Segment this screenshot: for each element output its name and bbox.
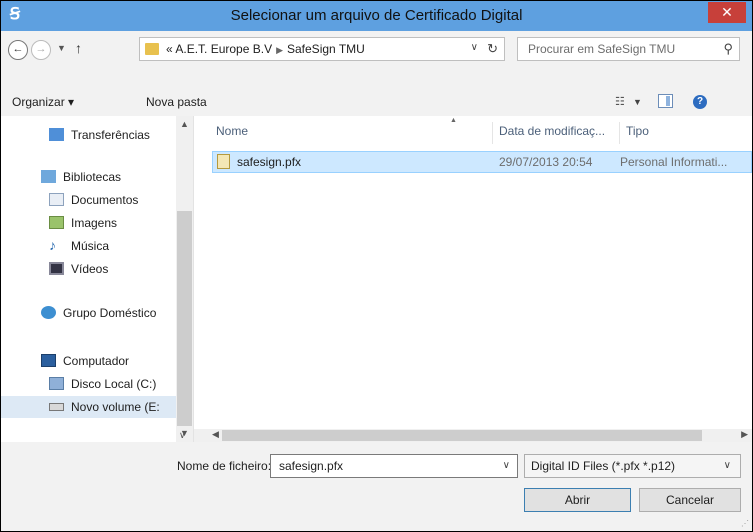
file-type-filter-value: Digital ID Files (*.pfx *.p12)	[531, 459, 676, 473]
cancel-button[interactable]: Cancelar	[639, 488, 741, 512]
file-row[interactable]: safesign.pfx 29/07/2013 20:54 Personal I…	[212, 151, 752, 173]
close-button[interactable]: ✕	[708, 2, 746, 23]
address-bar[interactable]: « A.E.T. Europe B.V ▶ SafeSign TMU ∨ ↻	[139, 37, 505, 61]
dialog-footer: Nome de ficheiro: safesign.pfx ∨ Digital…	[1, 442, 752, 531]
pictures-icon	[49, 216, 64, 229]
file-type-filter-select[interactable]: Digital ID Files (*.pfx *.p12) ∨	[524, 454, 741, 478]
local-disk-icon	[49, 377, 64, 390]
refresh-icon[interactable]: ↻	[487, 41, 498, 57]
filename-label: Nome de ficheiro:	[177, 459, 272, 473]
column-header-date[interactable]: Data de modificaç...	[499, 124, 605, 138]
search-box[interactable]: Procurar em SafeSign TMU ⚲	[517, 37, 740, 61]
column-header-type[interactable]: Tipo	[626, 124, 649, 138]
scroll-left-icon[interactable]: ◀	[212, 429, 219, 440]
file-list[interactable]: ▲ Nome Data de modificaç... Tipo safesig…	[194, 116, 752, 442]
title-bar[interactable]: Ꞩ Selecionar um arquivo de Certificado D…	[1, 1, 752, 31]
breadcrumb-overflow[interactable]: «	[166, 42, 173, 56]
libraries-icon	[41, 170, 56, 183]
file-name: safesign.pfx	[237, 155, 302, 169]
resize-grip-icon[interactable]: ⋰	[741, 519, 749, 528]
help-icon[interactable]: ?	[693, 95, 707, 109]
file-date: 29/07/2013 20:54	[499, 155, 593, 169]
view-options-chevron-icon[interactable]: ▼	[633, 97, 642, 107]
downloads-folder-icon	[49, 128, 64, 141]
view-options-icon[interactable]: ☷	[615, 95, 625, 108]
scroll-right-icon[interactable]: ▶	[741, 429, 748, 440]
file-open-dialog: Ꞩ Selecionar um arquivo de Certificado D…	[0, 0, 753, 532]
main-pane: Transferências Bibliotecas Documentos Im…	[1, 116, 752, 442]
sidebar-collapse-chevron-icon[interactable]: ∨	[179, 430, 186, 441]
command-bar: Organizar ▾ Nova pasta ☷ ▼ ?	[1, 87, 752, 117]
horizontal-scrollbar[interactable]: ◀ ▶	[194, 429, 752, 442]
column-divider[interactable]	[492, 122, 493, 144]
breadcrumb-item-aet[interactable]: A.E.T. Europe B.V	[175, 42, 272, 56]
back-button[interactable]: ←	[8, 40, 28, 60]
horizontal-scroll-thumb[interactable]	[222, 430, 702, 441]
new-folder-button[interactable]: Nova pasta	[146, 95, 207, 109]
videos-icon	[49, 262, 64, 275]
folder-icon	[145, 43, 159, 55]
up-folder-button[interactable]: ↑	[75, 40, 82, 56]
recent-locations-chevron-icon[interactable]: ▼	[57, 43, 66, 53]
computer-icon	[41, 354, 56, 367]
preview-pane-icon[interactable]	[658, 94, 673, 108]
address-row: ← → ▼ ↑ « A.E.T. Europe B.V ▶ SafeSign TMU…	[1, 31, 752, 67]
sidebar-scrollbar[interactable]: ▲ ▼	[176, 116, 193, 442]
scroll-up-icon[interactable]: ▲	[180, 119, 189, 129]
sidebar-scroll-thumb[interactable]	[177, 211, 192, 426]
filename-combobox[interactable]: safesign.pfx ∨	[270, 454, 518, 478]
certificate-file-icon	[217, 154, 230, 169]
search-icon[interactable]: ⚲	[723, 41, 733, 57]
navigation-pane[interactable]: Transferências Bibliotecas Documentos Im…	[1, 116, 194, 442]
breadcrumb: « A.E.T. Europe B.V ▶ SafeSign TMU	[166, 42, 365, 56]
homegroup-icon	[41, 306, 56, 319]
file-type: Personal Informati...	[620, 155, 728, 169]
dialog-title: Selecionar um arquivo de Certificado Dig…	[230, 7, 523, 24]
forward-button[interactable]: →	[31, 40, 51, 60]
search-input[interactable]: Procurar em SafeSign TMU	[528, 42, 675, 56]
breadcrumb-item-safesign-tmu[interactable]: SafeSign TMU	[287, 42, 365, 56]
column-header-name[interactable]: Nome	[216, 124, 248, 138]
filename-input[interactable]: safesign.pfx	[279, 459, 343, 473]
sort-ascending-icon: ▲	[450, 117, 457, 124]
sidebar-item-novo-volume[interactable]: Novo volume (E:	[1, 396, 177, 418]
documents-icon	[49, 193, 64, 206]
drive-icon	[49, 403, 64, 411]
breadcrumb-separator-icon[interactable]: ▶	[272, 45, 287, 55]
address-history-chevron-icon[interactable]: ∨	[471, 42, 478, 53]
music-note-icon: ♪	[49, 237, 56, 253]
filter-chevron-down-icon[interactable]: ∨	[724, 460, 731, 471]
organize-menu-button[interactable]: Organizar ▾	[12, 95, 74, 109]
filename-chevron-down-icon[interactable]: ∨	[503, 460, 510, 471]
column-divider[interactable]	[619, 122, 620, 144]
open-button[interactable]: Abrir	[524, 488, 631, 512]
